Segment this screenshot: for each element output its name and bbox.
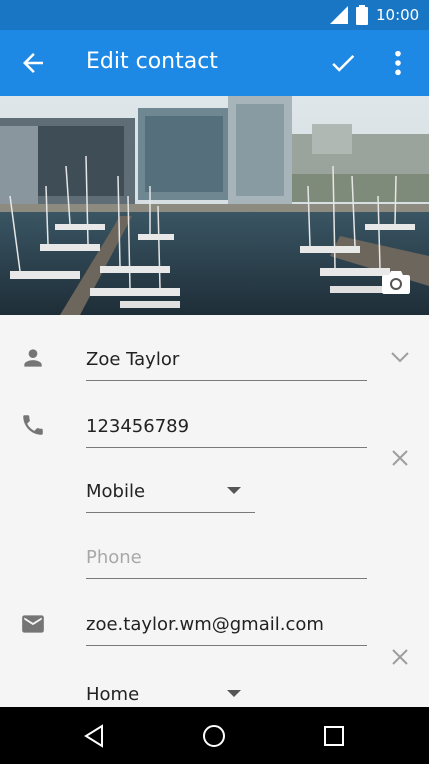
email-type-select[interactable]: Home — [86, 665, 255, 711]
email-type-value: Home — [86, 684, 140, 705]
dropdown-arrow-icon — [227, 487, 241, 494]
new-phone-field[interactable]: Phone — [86, 533, 367, 579]
email-icon — [22, 615, 44, 633]
more-vert-icon[interactable] — [384, 46, 412, 80]
phone-value: 123456789 — [86, 416, 190, 437]
new-phone-placeholder: Phone — [86, 547, 142, 568]
recents-square-icon[interactable] — [321, 723, 347, 749]
email-value: zoe.taylor.wm@gmail.com — [86, 614, 324, 635]
chevron-down-icon[interactable] — [390, 350, 410, 364]
check-icon[interactable] — [328, 48, 358, 78]
phone-field[interactable]: 123456789 — [86, 402, 367, 448]
status-bar: 10:00 — [0, 0, 429, 30]
person-icon — [24, 349, 42, 367]
battery-icon — [356, 5, 368, 25]
home-circle-icon[interactable] — [201, 723, 227, 749]
dropdown-arrow-icon — [227, 690, 241, 697]
contact-photo[interactable] — [0, 96, 429, 315]
app-bar: Edit contact — [0, 30, 429, 96]
status-time: 10:00 — [376, 6, 420, 24]
email-field[interactable]: zoe.taylor.wm@gmail.com — [86, 600, 367, 646]
system-nav-bar — [0, 707, 429, 764]
signal-icon — [330, 6, 348, 24]
back-triangle-icon[interactable] — [82, 723, 108, 749]
name-value: Zoe Taylor — [86, 349, 180, 370]
page-title: Edit contact — [86, 49, 218, 74]
close-icon[interactable] — [390, 448, 410, 468]
phone-icon — [23, 415, 43, 435]
close-icon[interactable] — [390, 647, 410, 667]
contact-form: Zoe Taylor 123456789 Mobile Phone zoe.ta… — [0, 315, 429, 707]
arrow-back-icon[interactable] — [18, 48, 48, 78]
phone-type-value: Mobile — [86, 481, 146, 502]
name-field[interactable]: Zoe Taylor — [86, 335, 367, 381]
phone-type-select[interactable]: Mobile — [86, 467, 255, 513]
camera-icon[interactable] — [381, 268, 411, 296]
